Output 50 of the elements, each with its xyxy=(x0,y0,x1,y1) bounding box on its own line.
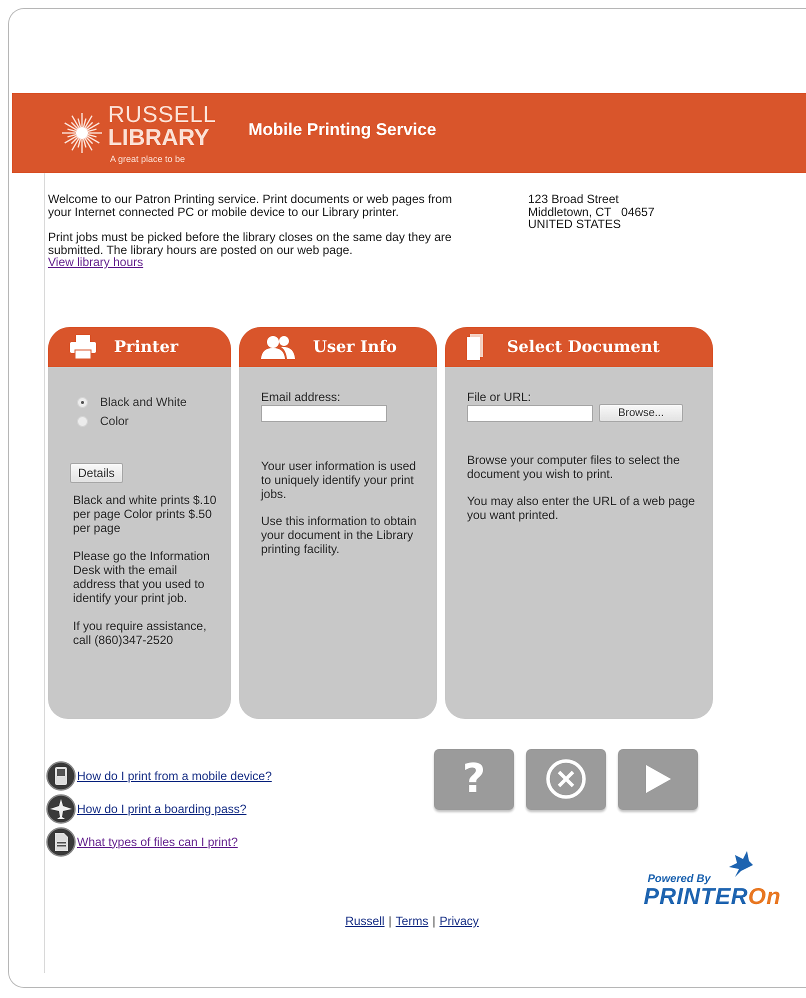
browse-button[interactable]: Browse... xyxy=(599,404,683,422)
powered-by-label: Powered By xyxy=(648,873,711,885)
close-icon xyxy=(545,758,587,800)
help-link[interactable]: How do I print a boarding pass? xyxy=(77,802,246,816)
email-input-field[interactable] xyxy=(261,404,387,422)
separator: | xyxy=(432,914,436,928)
printer-icon xyxy=(70,334,96,358)
panel-title: Printer xyxy=(114,337,178,356)
document-icon xyxy=(467,334,483,360)
radio-button[interactable] xyxy=(77,416,88,426)
users-icon xyxy=(261,334,295,358)
footer-link[interactable]: Terms xyxy=(396,914,428,928)
info-text: Please go the Information Desk with the email address that you used to identify your print job. xyxy=(73,548,211,604)
airplane-icon xyxy=(46,794,76,824)
cancel-button[interactable] xyxy=(526,748,606,810)
logo-text: LIBRARY xyxy=(108,126,210,148)
info-text: Use this information to obtain your document in the Library printing facility. xyxy=(261,514,418,556)
field-label: Email address: xyxy=(261,390,342,404)
brand-logo-text: PRINTEROn xyxy=(644,885,781,908)
logo-tagline: A great place to be xyxy=(110,154,186,164)
play-icon xyxy=(644,764,672,794)
radio-label: Color xyxy=(100,414,129,428)
file-url-input-field[interactable] xyxy=(467,404,593,422)
separator: | xyxy=(388,914,392,928)
intro-text: Welcome to our Patron Printing service. Print documents or web pages from your Internet connected PC or mobile device to our Library printer. xyxy=(48,193,453,218)
info-text: You may also enter the URL of a web page you want printed. xyxy=(467,494,696,522)
address-line: UNITED STATES xyxy=(528,218,622,230)
info-text: Your user information is used to uniquely identify your print jobs. xyxy=(261,458,417,500)
library-hours-link[interactable]: View library hours xyxy=(48,256,144,268)
panel-title: Select Document xyxy=(507,337,660,356)
radio-button[interactable] xyxy=(77,396,88,408)
sunburst-logo-icon xyxy=(60,111,104,155)
info-text: If you require assistance, call (860)347-2520 xyxy=(73,618,208,646)
intro-text: Print jobs must be picked before the library closes on the same day they are submitted. The library hours are posted on our web page. xyxy=(48,231,453,256)
help-link[interactable]: What types of files can I print? xyxy=(77,834,238,848)
info-text: Black and white prints $.10 per page Color prints $.50 per page xyxy=(73,492,218,534)
page-title: Mobile Printing Service xyxy=(248,120,436,140)
radio-label: Black and White xyxy=(100,395,187,409)
footer-link[interactable]: Russell xyxy=(345,914,385,928)
footer-link[interactable]: Privacy xyxy=(439,914,479,928)
details-button[interactable]: Details xyxy=(70,462,123,482)
bird-icon xyxy=(727,851,753,877)
address-line: Middletown, CT 04657 xyxy=(528,206,655,218)
info-text: Browse your computer files to select the document you wish to print. xyxy=(467,452,681,480)
help-link[interactable]: How do I print from a mobile device? xyxy=(77,768,272,782)
address-line: 123 Broad Street xyxy=(528,193,620,206)
field-label: File or URL: xyxy=(467,390,532,404)
panel-title: User Info xyxy=(313,337,397,356)
logo-text: RUSSELL xyxy=(108,102,216,126)
submit-button[interactable] xyxy=(618,748,698,810)
